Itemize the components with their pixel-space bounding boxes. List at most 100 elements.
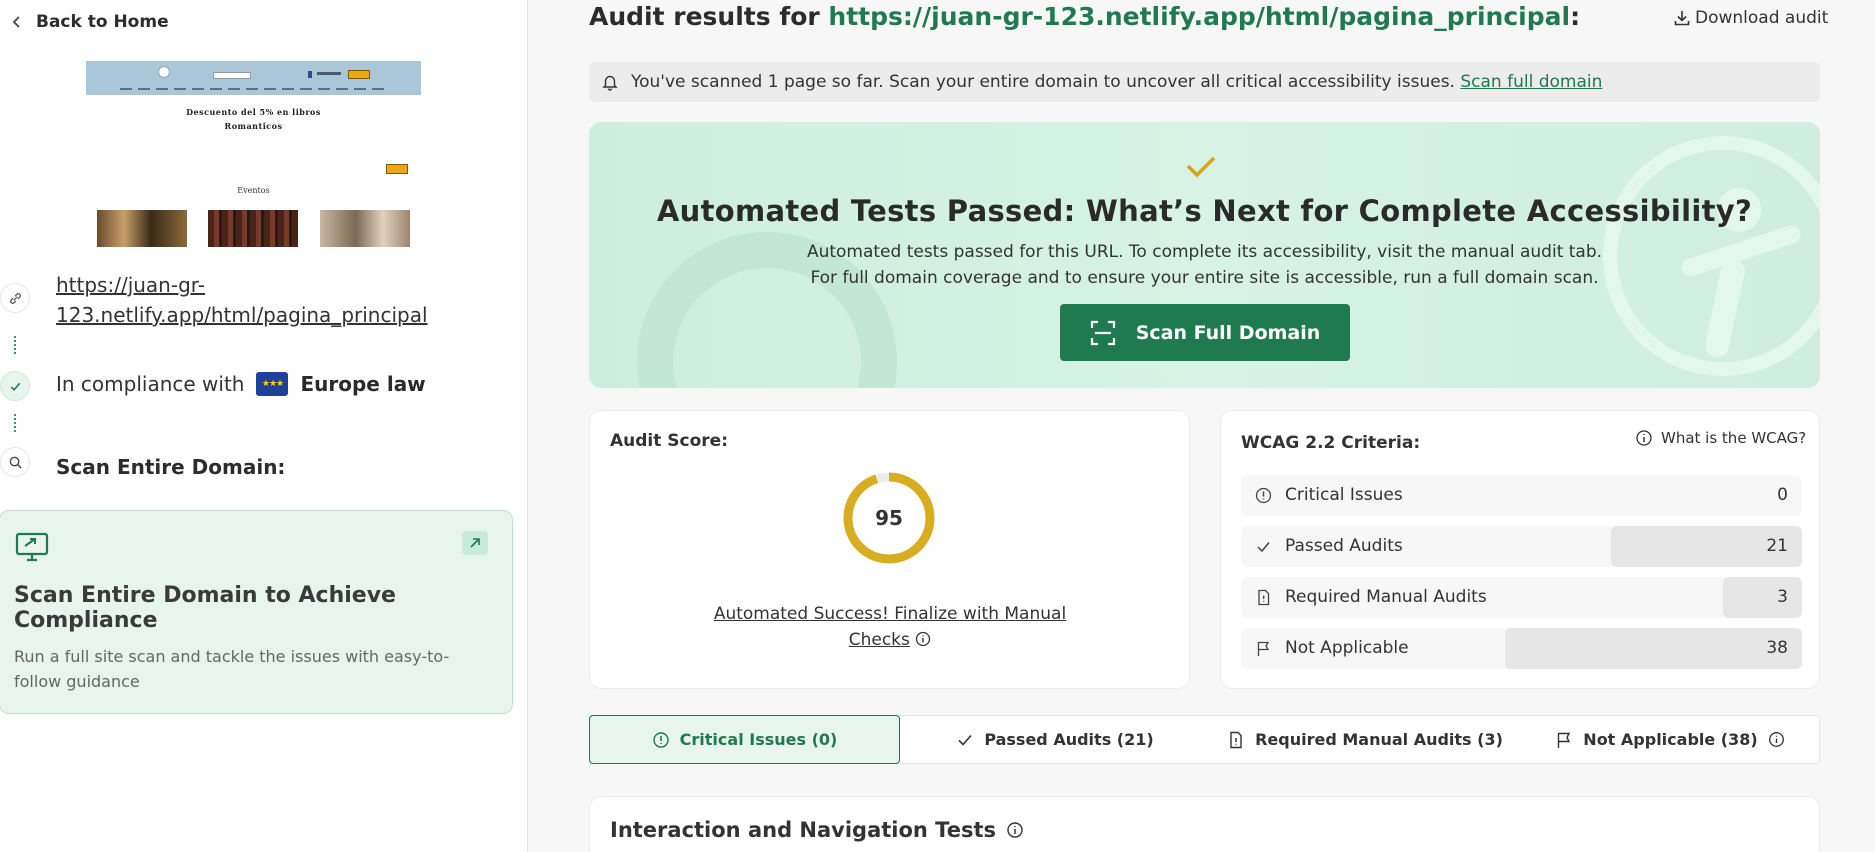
download-audit-button[interactable]: Download audit [1673, 8, 1828, 28]
alert-circle-icon [652, 731, 669, 748]
flag-icon [1257, 641, 1270, 656]
link-icon [0, 283, 30, 313]
preview-heading-line1: Descuento del 5% en libros [186, 107, 321, 117]
criteria-row-not-applicable[interactable]: Not Applicable 38 [1241, 628, 1802, 669]
criteria-row-passed-audits[interactable]: Passed Audits 21 [1241, 526, 1802, 567]
sidebar: Back to Home Descuento del 5% en libros … [0, 0, 528, 852]
checkmark-icon [1186, 156, 1216, 178]
criteria-name: Not Applicable [1285, 638, 1409, 658]
page-title-suffix: : [1570, 2, 1581, 31]
criteria-name: Critical Issues [1285, 485, 1403, 505]
scan-domain-card[interactable]: Scan Entire Domain to Achieve Compliance… [0, 510, 513, 714]
scan-card-description: Run a full site scan and tackle the issu… [14, 647, 450, 691]
audit-tabs: Critical Issues (0) Passed Audits (21) R… [589, 715, 1820, 764]
scan-notice-banner: You've scanned 1 page so far. Scan your … [589, 62, 1820, 102]
preview-photo-3 [320, 210, 410, 247]
criteria-count: 3 [1777, 587, 1788, 607]
criteria-count: 38 [1766, 638, 1788, 658]
download-icon [1674, 11, 1690, 26]
what-is-wcag-link[interactable]: What is the WCAG? [1635, 429, 1806, 447]
criteria-row-required-manual-audits[interactable]: Required Manual Audits 3 [1241, 577, 1802, 618]
page-title-prefix: Audit results for [589, 2, 829, 31]
compliance-prefix: In compliance with [56, 372, 245, 396]
tab-passed-audits[interactable]: Passed Audits (21) [900, 715, 1210, 764]
tab-label: Required Manual Audits (3) [1255, 730, 1503, 749]
tab-label: Not Applicable (38) [1583, 730, 1758, 749]
criteria-name: Required Manual Audits [1285, 587, 1487, 607]
tab-required-manual-audits[interactable]: Required Manual Audits (3) [1210, 715, 1520, 764]
hero-line-2: For full domain coverage and to ensure y… [810, 268, 1599, 288]
criteria-bar [1723, 577, 1802, 618]
scan-full-domain-link[interactable]: Scan full domain [1460, 72, 1602, 92]
search-domain-icon [0, 447, 30, 477]
preview-header [86, 61, 421, 95]
preview-search [213, 72, 251, 79]
scan-card-title: Scan Entire Domain to Achieve Compliance [14, 583, 396, 633]
eu-flag-icon: ★★★ [256, 372, 289, 396]
notice-text: You've scanned 1 page so far. Scan your … [631, 72, 1455, 92]
timeline-connector [14, 414, 16, 432]
check-icon [0, 371, 30, 401]
info-icon[interactable] [1768, 731, 1785, 748]
info-icon[interactable] [915, 631, 931, 647]
chevron-left-icon [12, 16, 20, 28]
audit-score-message[interactable]: Automated Success! Finalize with Manual … [710, 601, 1070, 653]
what-is-wcag-label: What is the WCAG? [1661, 429, 1807, 447]
hero-line-1: Automated tests passed for this URL. To … [806, 242, 1603, 262]
preview-nav [120, 88, 390, 90]
wcag-criteria-label: WCAG 2.2 Criteria: [1241, 433, 1421, 453]
compliance-law: Europe law [300, 372, 426, 396]
audit-score-label: Audit Score: [610, 431, 729, 451]
preview-heading-line2: Romanticos [224, 121, 283, 131]
page-preview-thumbnail: Descuento del 5% en libros Romanticos Ev… [86, 61, 421, 247]
tab-label: Passed Audits (21) [984, 730, 1154, 749]
scan-full-domain-label: Scan Full Domain [1135, 321, 1321, 344]
back-to-home-label: Back to Home [36, 12, 169, 32]
wcag-criteria-panel: WCAG 2.2 Criteria: What is the WCAG? Cri… [1220, 410, 1820, 689]
audit-score-value: 95 [875, 506, 903, 530]
preview-photo-2 [208, 210, 298, 247]
automated-tests-hero: Automated Tests Passed: What’s Next for … [589, 122, 1820, 388]
download-audit-label: Download audit [1695, 8, 1829, 28]
tab-critical-issues[interactable]: Critical Issues (0) [589, 715, 900, 764]
audited-url-link[interactable]: https://juan-gr-123.netlify.app/html/pag… [56, 270, 476, 330]
preview-heading: Descuento del 5% en libros Romanticos [86, 105, 421, 133]
bell-icon [602, 75, 618, 91]
preview-button [348, 70, 370, 79]
back-to-home-link[interactable]: Back to Home [10, 12, 169, 32]
hero-title: Automated Tests Passed: What’s Next for … [656, 194, 1753, 228]
page-title-url: https://juan-gr-123.netlify.app/html/pag… [828, 2, 1571, 31]
monitor-icon [15, 532, 49, 562]
flag-icon [1558, 732, 1571, 748]
scan-full-domain-button[interactable]: Scan Full Domain [1060, 304, 1350, 361]
check-icon [958, 734, 972, 746]
criteria-count: 0 [1777, 485, 1788, 505]
info-icon[interactable] [1006, 821, 1024, 839]
criteria-row-critical-issues[interactable]: Critical Issues 0 [1241, 475, 1802, 516]
scan-entire-domain-label: Scan Entire Domain: [56, 455, 286, 479]
preview-photo-1 [97, 210, 187, 247]
check-icon [1257, 542, 1270, 553]
preview-text [317, 72, 341, 75]
tests-section-title: Interaction and Navigation Tests [610, 818, 1024, 842]
tests-section-title-text: Interaction and Navigation Tests [610, 818, 996, 842]
preview-icon [308, 71, 312, 78]
preview-events-label: Eventos [237, 186, 270, 195]
preview-logo [158, 66, 170, 78]
timeline-connector [14, 336, 16, 354]
preview-orange-button [386, 164, 408, 174]
criteria-bar [1504, 628, 1802, 669]
audit-score-panel: Audit Score: 95 Automated Success! Final… [589, 410, 1190, 689]
compliance-status: In compliance with ★★★ Europe law [56, 372, 426, 396]
tab-label: Critical Issues (0) [679, 730, 838, 749]
tab-not-applicable[interactable]: Not Applicable (38) [1520, 715, 1820, 764]
info-icon [1636, 430, 1652, 446]
audit-score-message-text[interactable]: Automated Success! Finalize with Manual … [714, 604, 1066, 650]
criteria-count: 21 [1766, 536, 1788, 556]
document-icon [1230, 731, 1242, 748]
page-title: Audit results for https://juan-gr-123.ne… [589, 2, 1580, 31]
interaction-navigation-tests-panel: Interaction and Navigation Tests [589, 796, 1820, 852]
scan-frame-icon [1090, 320, 1115, 345]
document-icon [1258, 589, 1270, 606]
criteria-name: Passed Audits [1285, 536, 1403, 556]
